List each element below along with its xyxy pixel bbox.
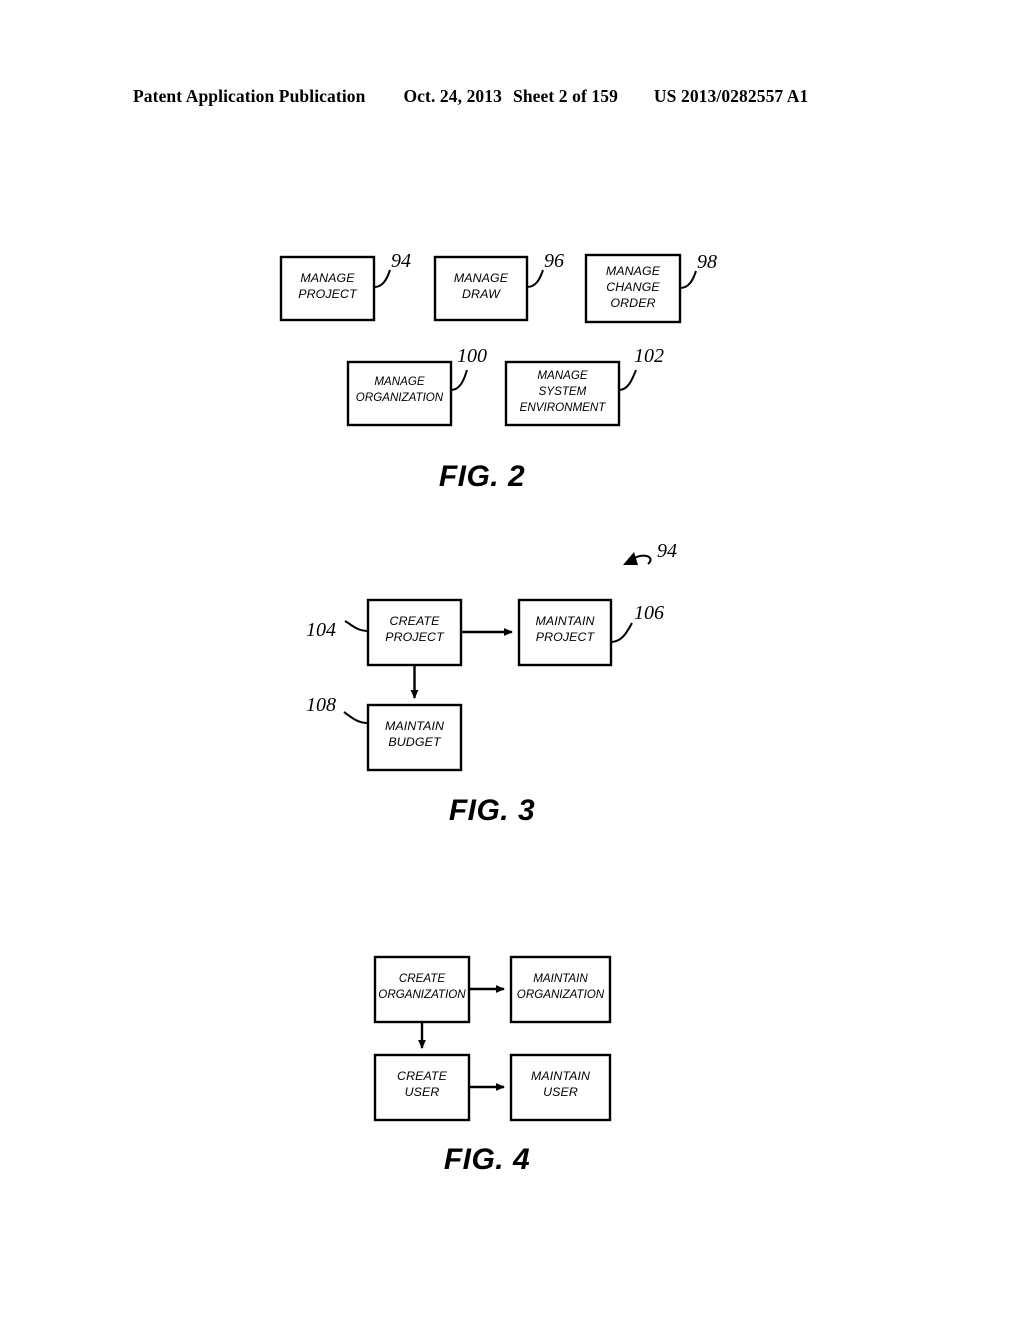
- node-maintain-budget: MAINTAIN BUDGET 108: [306, 694, 463, 772]
- figure-3: 94 CREATE PROJECT 104 MAINTAIN PROJECT 1…: [0, 520, 1024, 840]
- leader-line-100: [450, 369, 468, 391]
- node-create-organization: CREATE ORGANIZATION: [373, 955, 471, 1024]
- node-label-line1: MANAGE: [454, 271, 509, 285]
- node-label-line1: CREATE: [399, 972, 445, 985]
- node-label-line1: MANAGE: [374, 375, 425, 388]
- node-label-line1: MANAGE: [300, 271, 355, 285]
- node-maintain-organization: MAINTAIN ORGANIZATION: [509, 955, 612, 1024]
- node-manage-change-order: MANAGE CHANGE ORDER 98: [584, 251, 717, 324]
- reference-numeral-104: 104: [306, 619, 336, 641]
- reference-numeral-98: 98: [697, 251, 717, 273]
- node-label-line1: CREATE: [397, 1069, 448, 1083]
- node-create-project: CREATE PROJECT 104: [306, 598, 463, 667]
- node-manage-organization: MANAGE ORGANIZATION 100: [346, 345, 487, 427]
- node-label-line2: USER: [405, 1085, 440, 1099]
- node-label-line2: PROJECT: [385, 630, 445, 644]
- node-label-line2: ORGANIZATION: [517, 988, 605, 1001]
- node-manage-system-environment: MANAGE SYSTEM ENVIRONMENT 102: [504, 345, 664, 427]
- leader-line-94: [373, 269, 391, 288]
- figure-reference-94: 94: [623, 540, 677, 565]
- page-header: Patent Application Publication Oct. 24, …: [133, 86, 893, 107]
- node-label-line1: MAINTAIN: [531, 1069, 590, 1083]
- node-label-line1: MAINTAIN: [535, 614, 594, 628]
- leader-line-98: [679, 270, 697, 289]
- header-patent-number: US 2013/0282557 A1: [653, 86, 809, 106]
- reference-numeral-108: 108: [306, 694, 336, 716]
- node-label-line2: CHANGE: [606, 280, 660, 294]
- leader-line-104: [344, 620, 369, 632]
- node-label-line1: MAINTAIN: [385, 719, 444, 733]
- node-manage-draw: MANAGE DRAW 96: [433, 250, 564, 322]
- node-label-line2: BUDGET: [388, 735, 442, 749]
- node-label-line2: ORGANIZATION: [356, 391, 444, 404]
- figure-3-caption: FIG. 3: [449, 794, 535, 827]
- node-label-line2: DRAW: [462, 287, 501, 301]
- leader-line-96: [526, 269, 544, 288]
- arrowhead-figure-94: [623, 552, 638, 565]
- leader-line-102: [618, 369, 637, 391]
- reference-numeral-94: 94: [391, 250, 411, 272]
- reference-numeral-100: 100: [457, 345, 487, 367]
- figure-4-caption: FIG. 4: [444, 1143, 530, 1176]
- reference-numeral-96: 96: [544, 250, 564, 272]
- figure-2-caption: FIG. 2: [439, 460, 525, 493]
- node-label-line3: ENVIRONMENT: [520, 401, 607, 414]
- reference-numeral-106: 106: [634, 602, 664, 624]
- node-create-user: CREATE USER: [373, 1053, 471, 1122]
- reference-numeral-102: 102: [634, 345, 664, 367]
- node-label-line2: USER: [543, 1085, 578, 1099]
- node-label-line1: MANAGE: [606, 264, 661, 278]
- header-publication-title: Patent Application Publication: [133, 86, 366, 106]
- header-sheet-number: Sheet 2 of 159: [512, 86, 618, 106]
- reference-numeral-figure-94: 94: [657, 540, 677, 562]
- node-label-line1: MANAGE: [537, 369, 588, 382]
- node-label-line2: PROJECT: [536, 630, 596, 644]
- figure-4: CREATE ORGANIZATION MAINTAIN ORGANIZATIO…: [0, 930, 1024, 1185]
- node-label-line1: CREATE: [390, 614, 441, 628]
- node-label-line2: ORGANIZATION: [378, 988, 466, 1001]
- node-manage-project: MANAGE PROJECT 94: [279, 250, 411, 322]
- node-label-line2: PROJECT: [298, 287, 358, 301]
- node-maintain-project: MAINTAIN PROJECT 106: [517, 598, 664, 667]
- header-date: Oct. 24, 2013: [403, 86, 502, 106]
- figure-2: MANAGE PROJECT 94 MANAGE DRAW 96 MANAGE …: [0, 230, 1024, 500]
- node-label-line1: MAINTAIN: [533, 972, 588, 985]
- leader-line-108: [343, 711, 369, 724]
- node-label-line3: ORDER: [610, 296, 655, 310]
- node-maintain-user: MAINTAIN USER: [509, 1053, 612, 1122]
- node-label-line2: SYSTEM: [539, 385, 587, 398]
- leader-line-106: [610, 622, 633, 643]
